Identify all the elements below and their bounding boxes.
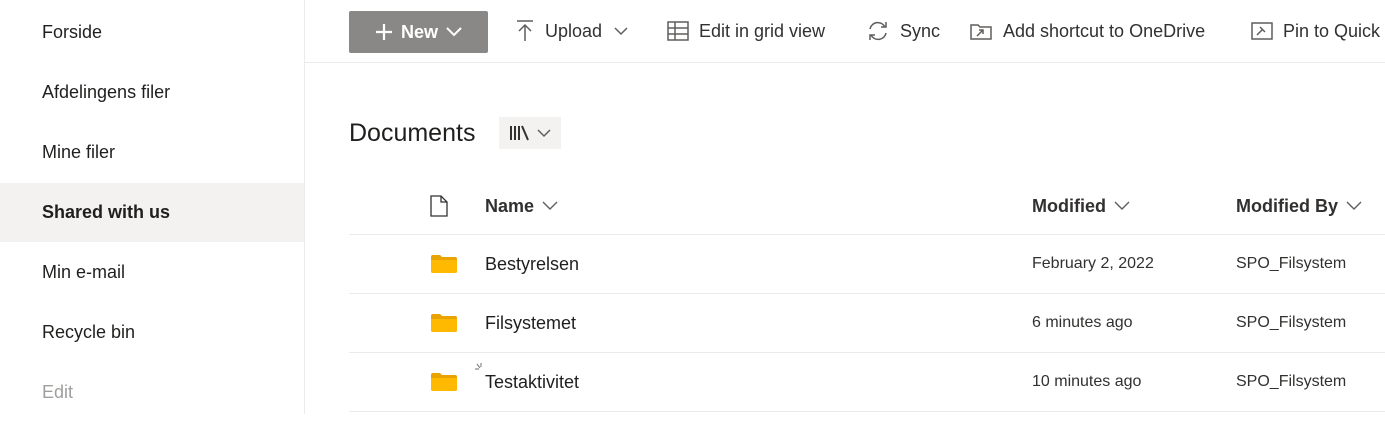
file-name-link[interactable]: Bestyrelsen	[485, 235, 579, 293]
grid-icon	[667, 21, 689, 41]
name-column-header[interactable]: Name	[485, 188, 558, 224]
edit-in-grid-view-button[interactable]: Edit in grid view	[667, 0, 825, 62]
nav-item-min-e-mail[interactable]: Min e-mail	[0, 243, 304, 302]
pin-to-quick-label: Pin to Quick	[1283, 20, 1381, 41]
modified-by-value: SPO_Filsystem	[1236, 314, 1347, 331]
file-type-icon	[430, 195, 448, 217]
chevron-down-icon	[1346, 201, 1362, 210]
modified-by-value: SPO_Filsystem	[1236, 255, 1347, 272]
library-title: Documents	[349, 119, 476, 147]
chevron-down-icon	[1114, 201, 1130, 210]
nav-item-mine-filer[interactable]: Mine filer	[0, 123, 304, 182]
modified-value: February 2, 2022	[1032, 255, 1154, 272]
folder-icon	[431, 314, 457, 332]
sync-label: Sync	[900, 20, 941, 41]
name-column-label: Name	[485, 195, 535, 216]
modified-by-value: SPO_Filsystem	[1236, 373, 1347, 390]
modified-column-header[interactable]: Modified	[1032, 188, 1130, 224]
pin-icon	[1251, 22, 1273, 40]
table-row[interactable]: Filsystemet 6 minutes ago SPO_Filsystem	[349, 294, 1385, 353]
upload-button[interactable]: Upload	[515, 0, 628, 62]
modified-by-column-header[interactable]: Modified By	[1236, 188, 1362, 224]
chevron-down-icon	[614, 26, 628, 35]
new-button-label: New	[400, 21, 438, 42]
sync-button[interactable]: Sync	[866, 0, 940, 62]
nav-item-forside[interactable]: Forside	[0, 3, 304, 62]
library-view-icon	[510, 125, 529, 141]
folder-icon	[431, 373, 457, 391]
nav-item-afdelingens-filer[interactable]: Afdelingens filer	[0, 63, 304, 122]
upload-label: Upload	[545, 20, 603, 41]
table-row[interactable]: Bestyrelsen February 2, 2022 SPO_Filsyst…	[349, 235, 1385, 294]
modified-by-column-label: Modified By	[1236, 195, 1338, 216]
file-name-link[interactable]: Testaktivitet	[485, 353, 579, 411]
edit-in-grid-view-label: Edit in grid view	[699, 20, 826, 41]
left-navigation: Forside Afdelingens filer Mine filer Sha…	[0, 0, 305, 414]
folder-icon	[431, 255, 457, 273]
nav-item-recycle-bin[interactable]: Recycle bin	[0, 303, 304, 362]
add-shortcut-to-onedrive-button[interactable]: Add shortcut to OneDrive	[969, 0, 1205, 62]
sync-icon	[869, 21, 887, 41]
modified-value: 10 minutes ago	[1032, 373, 1142, 390]
chevron-down-icon	[446, 27, 462, 37]
shortcut-icon	[970, 24, 992, 40]
table-row[interactable]: Testaktivitet 10 minutes ago SPO_Filsyst…	[349, 353, 1385, 412]
view-options-button[interactable]	[499, 117, 561, 149]
command-bar: New Upload Edit in grid view Sync Add sh…	[305, 0, 1385, 63]
file-type-column-header[interactable]	[430, 188, 448, 224]
file-name-link[interactable]: Filsystemet	[485, 294, 576, 352]
chevron-down-icon	[542, 201, 558, 210]
chevron-down-icon	[537, 128, 551, 137]
pin-to-quick-access-button[interactable]: Pin to Quick	[1251, 0, 1380, 62]
new-button[interactable]: New	[349, 11, 488, 53]
nav-edit-link[interactable]: Edit	[0, 363, 304, 422]
modified-column-label: Modified	[1032, 195, 1106, 216]
add-shortcut-label: Add shortcut to OneDrive	[1003, 20, 1206, 41]
nav-item-shared-with-us[interactable]: Shared with us	[0, 183, 304, 242]
upload-icon	[517, 20, 533, 41]
modified-value: 6 minutes ago	[1032, 314, 1133, 331]
plus-icon	[375, 24, 392, 40]
